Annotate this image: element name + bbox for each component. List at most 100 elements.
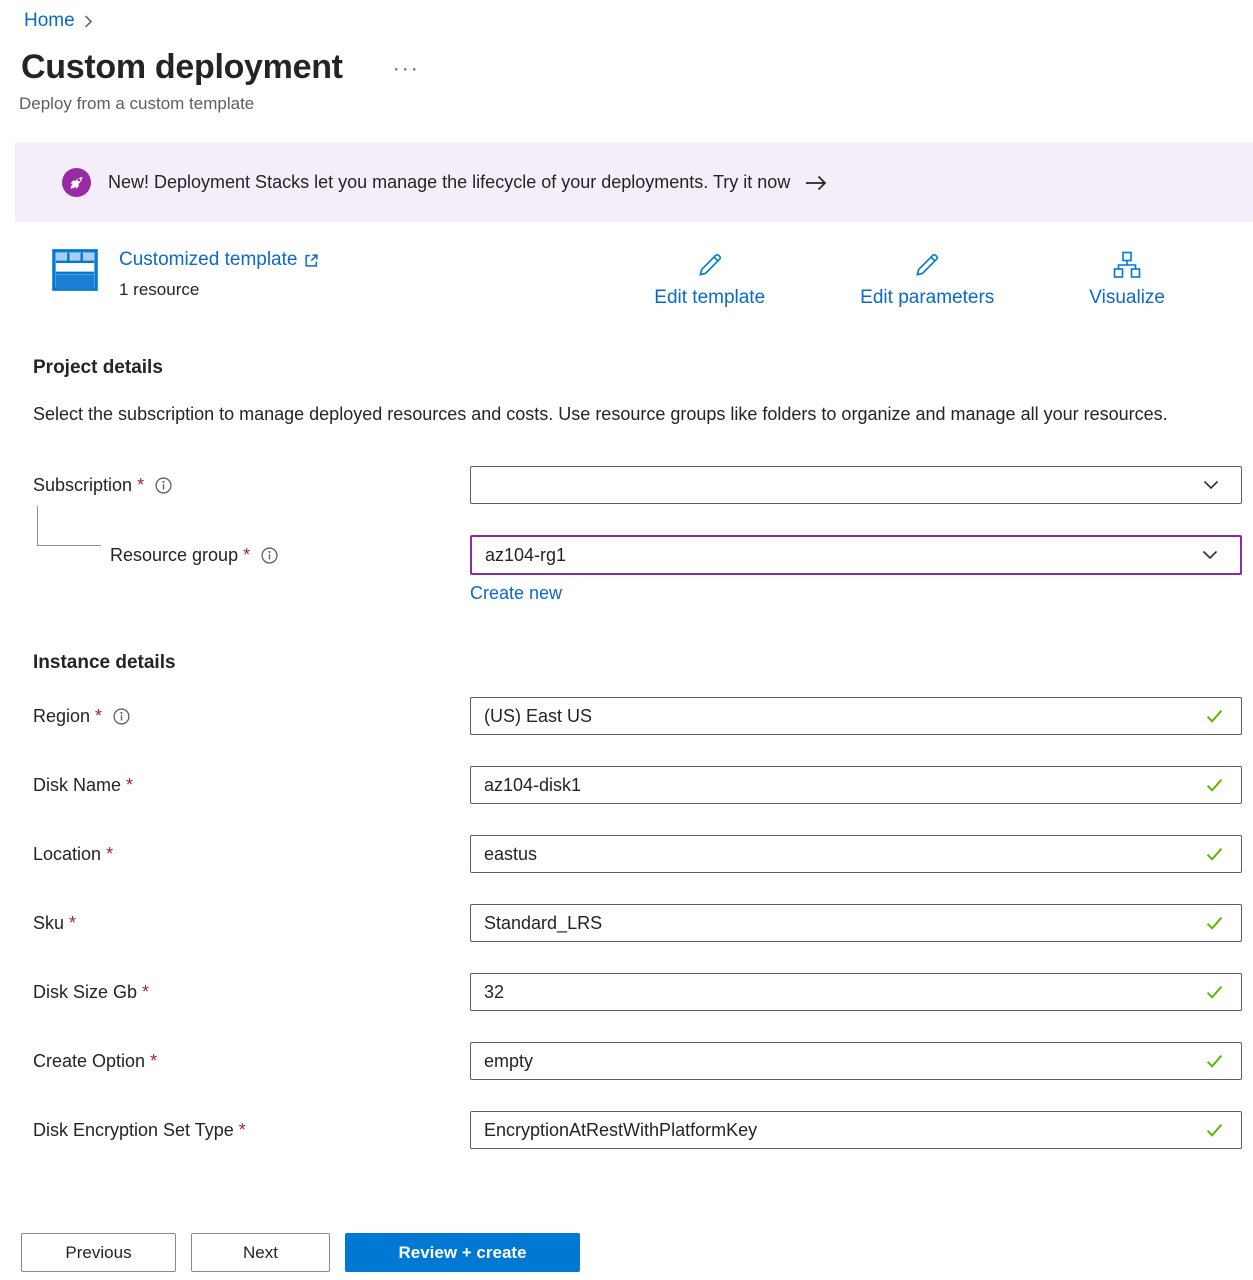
required-asterisk: *: [126, 775, 133, 796]
location-value: eastus: [484, 844, 537, 865]
region-value: (US) East US: [484, 706, 592, 727]
location-input-col: eastus: [470, 835, 1242, 873]
template-name: Customized template: [119, 249, 297, 271]
instance-details-form: Region * (US) East US Disk: [33, 697, 1242, 1149]
edit-parameters-label: Edit parameters: [860, 287, 994, 309]
tree-connector: [37, 506, 101, 546]
previous-button[interactable]: Previous: [21, 1233, 176, 1272]
required-asterisk: *: [95, 706, 102, 727]
disk-size-value: 32: [484, 982, 504, 1003]
edit-parameters-button[interactable]: Edit parameters: [860, 250, 994, 309]
project-details-form: Subscription * Reso: [33, 466, 1242, 604]
template-text: Customized template 1 resource: [119, 248, 319, 300]
region-row: Region * (US) East US: [33, 697, 1242, 735]
create-option-input[interactable]: empty: [470, 1042, 1242, 1080]
disk-name-row: Disk Name * az104-disk1: [33, 766, 1242, 804]
sku-row: Sku * Standard_LRS: [33, 904, 1242, 942]
sku-input-col: Standard_LRS: [470, 904, 1242, 942]
location-label-group: Location *: [33, 844, 470, 865]
required-asterisk: *: [69, 913, 76, 934]
page-subtitle: Deploy from a custom template: [19, 94, 1253, 114]
hierarchy-icon: [1112, 250, 1142, 280]
valid-checkmark-icon: [1206, 1054, 1223, 1068]
resource-group-label-group: Resource group *: [33, 545, 470, 566]
visualize-label: Visualize: [1089, 287, 1165, 309]
disk-name-input[interactable]: az104-disk1: [470, 766, 1242, 804]
pencil-icon: [695, 250, 725, 280]
breadcrumb-home-link[interactable]: Home: [24, 10, 75, 32]
region-label-group: Region *: [33, 706, 470, 727]
valid-checkmark-icon: [1206, 709, 1223, 723]
required-asterisk: *: [142, 982, 149, 1003]
next-button[interactable]: Next: [191, 1233, 330, 1272]
project-details-description: Select the subscription to manage deploy…: [33, 399, 1205, 430]
region-label: Region: [33, 706, 90, 727]
footer-action-bar: Previous Next Review + create: [0, 1212, 1253, 1280]
resource-group-value: az104-rg1: [485, 545, 566, 566]
valid-checkmark-icon: [1206, 985, 1223, 999]
info-icon[interactable]: [113, 708, 130, 725]
disk-name-input-col: az104-disk1: [470, 766, 1242, 804]
project-details-heading: Project details: [33, 357, 1253, 379]
valid-checkmark-icon: [1206, 916, 1223, 930]
subscription-select[interactable]: [470, 466, 1242, 504]
disk-encryption-set-type-input[interactable]: EncryptionAtRestWithPlatformKey: [470, 1111, 1242, 1149]
template-icon: [52, 248, 98, 300]
rocket-icon: [62, 168, 91, 197]
location-label: Location: [33, 844, 101, 865]
instance-details-heading: Instance details: [33, 652, 1253, 674]
edit-template-button[interactable]: Edit template: [654, 250, 765, 309]
create-option-row: Create Option * empty: [33, 1042, 1242, 1080]
resource-group-input-col: az104-rg1: [470, 535, 1242, 575]
location-input[interactable]: eastus: [470, 835, 1242, 873]
required-asterisk: *: [239, 1120, 246, 1141]
disk-encryption-set-type-input-col: EncryptionAtRestWithPlatformKey: [470, 1111, 1242, 1149]
sku-label-group: Sku *: [33, 913, 470, 934]
review-create-button[interactable]: Review + create: [345, 1233, 580, 1272]
info-icon[interactable]: [261, 547, 278, 564]
subscription-label-group: Subscription *: [33, 475, 470, 496]
more-options-button[interactable]: ···: [393, 57, 420, 81]
disk-encryption-set-type-label-group: Disk Encryption Set Type *: [33, 1120, 470, 1141]
subscription-row: Subscription *: [33, 466, 1242, 504]
resource-count: 1 resource: [119, 280, 319, 300]
disk-size-input[interactable]: 32: [470, 973, 1242, 1011]
create-option-value: empty: [484, 1051, 533, 1072]
required-asterisk: *: [137, 475, 144, 496]
sku-value: Standard_LRS: [484, 913, 602, 934]
valid-checkmark-icon: [1206, 847, 1223, 861]
customized-template-link[interactable]: Customized template: [119, 249, 319, 271]
disk-name-label: Disk Name: [33, 775, 121, 796]
resource-group-row: Resource group * az104-rg1: [33, 535, 1242, 575]
disk-encryption-set-type-label: Disk Encryption Set Type: [33, 1120, 234, 1141]
chevron-down-icon: [1203, 480, 1219, 490]
disk-size-label-group: Disk Size Gb *: [33, 982, 470, 1003]
disk-encryption-set-type-row: Disk Encryption Set Type * EncryptionAtR…: [33, 1111, 1242, 1149]
subscription-input-col: [470, 466, 1242, 504]
banner-message: New! Deployment Stacks let you manage th…: [108, 172, 790, 193]
disk-size-label: Disk Size Gb: [33, 982, 137, 1003]
subscription-label: Subscription: [33, 475, 132, 496]
pencil-icon: [912, 250, 942, 280]
region-input-col: (US) East US: [470, 697, 1242, 735]
breadcrumb-chevron-icon: [84, 15, 93, 28]
disk-encryption-set-type-value: EncryptionAtRestWithPlatformKey: [484, 1120, 757, 1141]
external-link-icon: [304, 253, 319, 268]
create-option-input-col: empty: [470, 1042, 1242, 1080]
chevron-down-icon: [1202, 550, 1218, 560]
resource-group-select[interactable]: az104-rg1: [470, 535, 1242, 575]
template-actions: Edit template Edit parameters Visualize: [654, 250, 1165, 309]
create-new-link[interactable]: Create new: [470, 583, 562, 604]
template-row: Customized template 1 resource Edit temp…: [52, 248, 1253, 309]
region-input[interactable]: (US) East US: [470, 697, 1242, 735]
sku-input[interactable]: Standard_LRS: [470, 904, 1242, 942]
disk-name-value: az104-disk1: [484, 775, 581, 796]
deployment-stacks-banner[interactable]: New! Deployment Stacks let you manage th…: [15, 142, 1253, 222]
visualize-button[interactable]: Visualize: [1089, 250, 1165, 309]
template-info: Customized template 1 resource: [52, 248, 319, 300]
info-icon[interactable]: [155, 477, 172, 494]
disk-size-input-col: 32: [470, 973, 1242, 1011]
required-asterisk: *: [106, 844, 113, 865]
create-option-label: Create Option: [33, 1051, 145, 1072]
disk-size-row: Disk Size Gb * 32: [33, 973, 1242, 1011]
